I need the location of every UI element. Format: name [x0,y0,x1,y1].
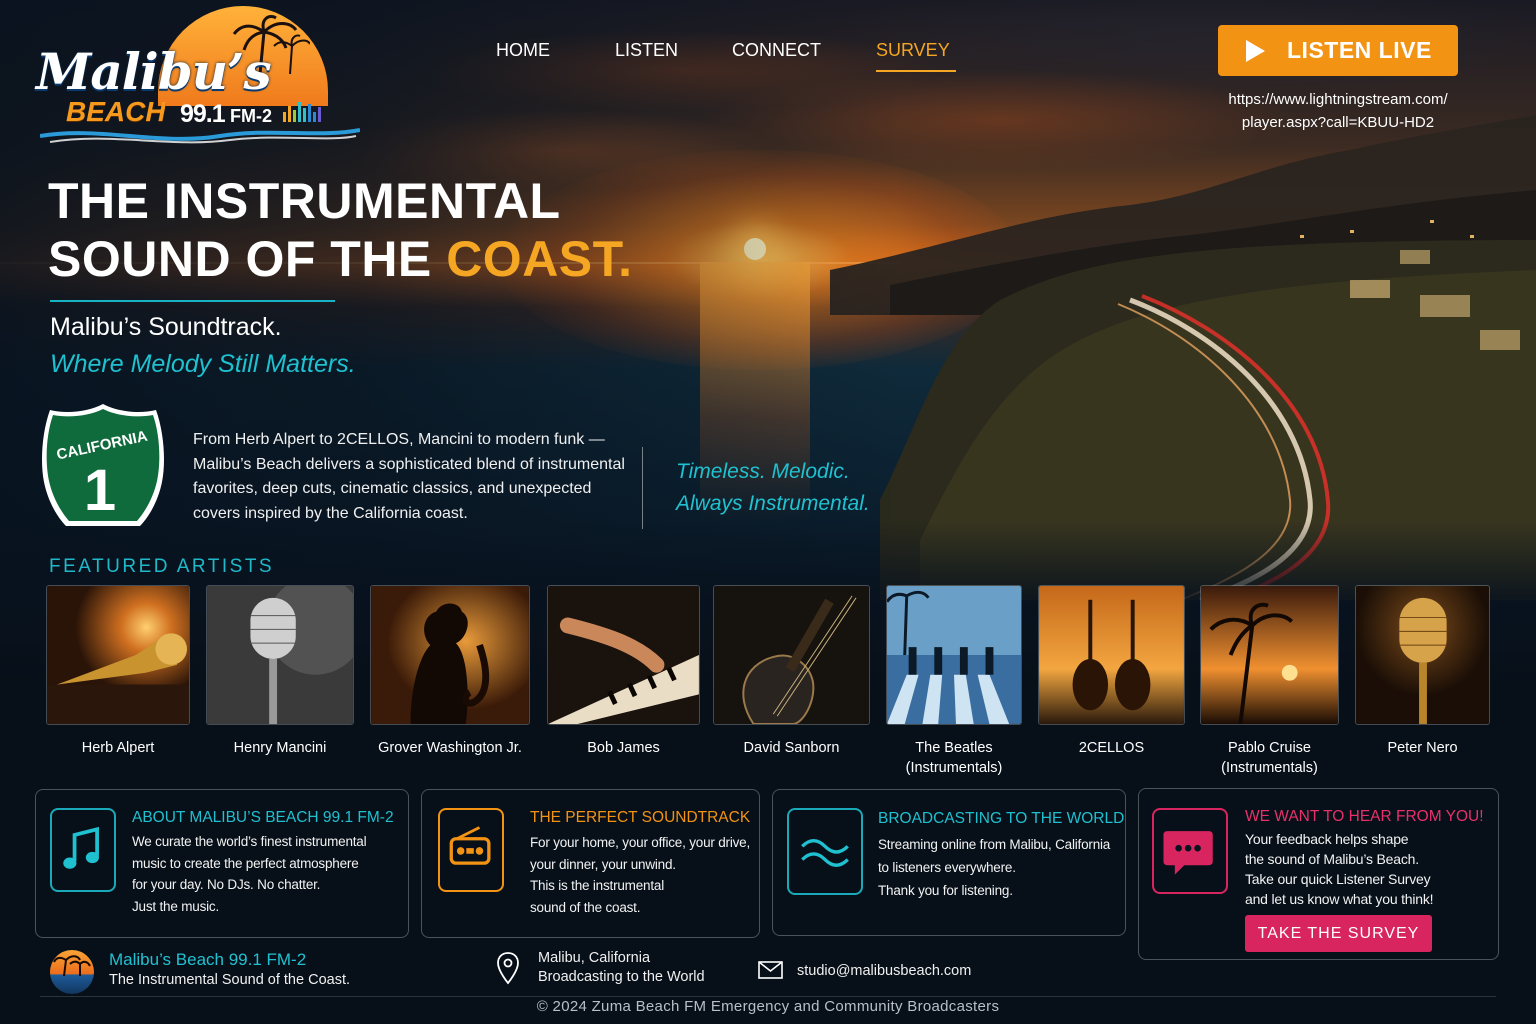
logo-wave [40,128,360,144]
about-card-text: We curate the world’s finest instrumenta… [132,831,402,917]
slogan-line1: Timeless. Melodic. [676,460,850,483]
copyright: © 2024 Zuma Beach FM Emergency and Commu… [536,998,1000,1015]
footer-broadcast: Broadcasting to the World [538,969,705,985]
soundtrack-card-title: THE PERFECT SOUNDTRACK [530,809,751,826]
footer-divider [40,996,1496,997]
footer-email-link[interactable]: studio@malibusbeach.com [797,963,971,979]
saxophone-photo [370,585,530,725]
soundtrack-line: sound of the coast. [530,899,641,915]
about-card: ABOUT MALIBU’S BEACH 99.1 FM-2 We curate… [35,789,409,938]
soundtrack-line: For your home, your office, your drive, [530,835,751,850]
headline-accent: COAST. [446,231,633,287]
artist-name: Herb Alpert [81,740,155,756]
world-line: Thank you for listening. [878,883,1013,898]
footer-location: Malibu, California [538,950,651,966]
footer-station-name: Malibu’s Beach 99.1 FM-2 [109,950,307,969]
soundtrack-line: your dinner, your unwind. [530,856,676,872]
survey-line: the sound of Malibu’s Beach. [1245,851,1419,867]
artist-name: The Beatles (Instrumentals) [905,740,1003,776]
artist-name: David Sanborn [743,740,840,756]
california-route-1-shield-icon: CALIFORNIA 1 [42,404,164,526]
footer-logo-icon [50,950,94,994]
stream-url[interactable]: https://www.lightningstream.com/ player.… [1200,88,1476,134]
listen-live-label: LISTEN LIVE [1287,37,1432,63]
headline-line1: THE INSTRUMENTAL [48,173,561,229]
radio-icon [438,808,504,892]
intro-divider [642,447,643,529]
slogan-line2: Always Instrumental. [676,492,870,515]
world-card-title: BROADCASTING TO THE WORLD [878,810,1125,827]
survey-card-text: Your feedback helps shape the sound of M… [1245,829,1495,909]
about-line: We curate the world’s finest instrumenta… [132,834,367,849]
hero-intro: From Herb Alpert to 2CELLOS, Mancini to … [193,431,625,522]
artist-name: Pablo Cruise (Instrumentals) [1221,740,1318,776]
shield-number: 1 [84,458,116,523]
hero-tagline-italic: Where Melody Still Matters. [50,350,356,378]
artist-name: Peter Nero [1387,740,1458,756]
location-pin-icon [497,952,519,985]
survey-card-title: WE WANT TO HEAR FROM YOU! [1245,808,1484,825]
artist-name: Bob James [587,740,660,756]
hero-divider [50,300,335,302]
piano-photo [547,585,700,725]
about-card-title: ABOUT MALIBU’S BEACH 99.1 FM-2 [132,809,394,826]
headline-line2: SOUND OF THE [48,231,447,287]
music-note-icon [50,808,116,892]
envelope-icon [758,961,783,979]
artist-name: Henry Mancini [233,740,327,756]
hero-tagline: Malibu’s Soundtrack. [50,313,282,341]
stream-url-line1: https://www.lightningstream.com/ [1228,91,1448,108]
trumpet-photo [46,585,190,725]
crosswalk-photo [886,585,1022,725]
footer-tagline: The Instrumental Sound of the Coast. [109,972,350,988]
logo-title: Malibu’s [36,42,272,101]
soundtrack-card: THE PERFECT SOUNDTRACK For your home, yo… [421,789,760,938]
nav-connect[interactable]: CONNECT [732,40,876,72]
about-line: Just the music. [132,898,220,914]
guitar-photo [713,585,870,725]
cellos-photo [1038,585,1185,725]
microphone-photo [206,585,354,725]
gold-microphone-photo [1355,585,1490,725]
soundtrack-line: This is the instrumental [530,878,665,893]
survey-line: Your feedback helps shape [1245,831,1409,847]
featured-artists-title: FEATURED ARTISTS [49,556,275,577]
take-survey-button[interactable]: TAKE THE SURVEY [1245,915,1432,952]
hero-headline: THE INSTRUMENTAL SOUND OF THE COAST. [48,172,633,288]
nav-listen[interactable]: LISTEN [615,40,732,72]
station-logo[interactable]: Malibu’s BEACH 99.1 FM-2 [30,6,360,156]
about-line: music to create the perfect atmosphere [132,855,359,871]
stream-url-line2: player.aspx?call=KBUU-HD2 [1241,114,1435,131]
artist-name: 2CELLOS [1078,740,1145,756]
artist-name: Grover Washington Jr. [378,740,522,756]
survey-line: and let us know what you think! [1245,891,1434,907]
main-nav: HOME LISTEN CONNECT SURVEY [496,40,956,72]
world-card: BROADCASTING TO THE WORLD Streaming onli… [772,789,1126,936]
chat-bubble-icon [1152,808,1228,894]
play-icon [1246,39,1265,62]
world-line: to listeners everywhere. [878,860,1016,875]
survey-line: Take our quick Listener Survey [1245,871,1431,887]
world-card-text: Streaming online from Malibu, California… [878,833,1123,902]
waves-icon [787,808,863,895]
about-line: for your day. No DJs. No chatter. [132,877,321,892]
world-line: Streaming online from Malibu, California [878,837,1111,852]
listen-live-button[interactable]: LISTEN LIVE [1218,25,1458,76]
soundtrack-card-text: For your home, your office, your drive, … [530,832,755,918]
equalizer-icon [283,102,321,122]
nav-survey[interactable]: SURVEY [876,40,956,72]
nav-home[interactable]: HOME [496,40,615,72]
palm-sunset-photo [1200,585,1339,725]
